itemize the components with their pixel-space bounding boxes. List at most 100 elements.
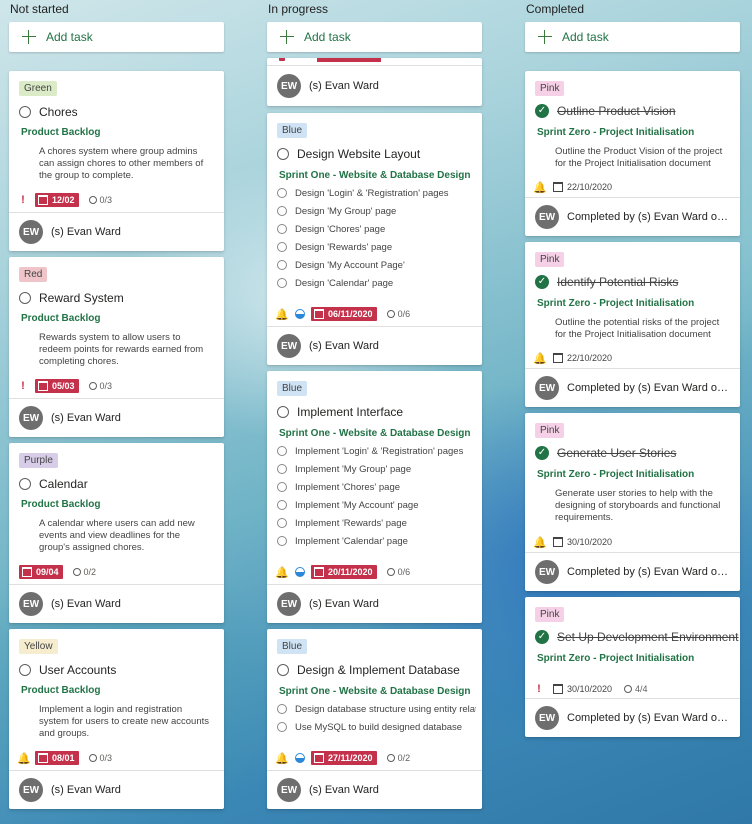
checklist-item[interactable]: Implement 'Rewards' page (277, 514, 476, 532)
due-date: 06/11/2020 (328, 309, 373, 319)
checklist-count: 0/3 (88, 195, 112, 205)
urgent-priority-icon: 🔔 (275, 752, 289, 765)
complete-toggle[interactable] (277, 148, 289, 160)
checklist-checkbox[interactable] (277, 500, 287, 510)
complete-toggle[interactable] (19, 664, 31, 676)
add-task-button[interactable]: Add task (267, 22, 482, 52)
checklist-checkbox[interactable] (277, 242, 287, 252)
due-date: 30/10/2020 (567, 684, 613, 694)
due-date-badge: 30/10/2020 (551, 682, 614, 696)
due-date: 20/11/2020 (328, 567, 373, 577)
complete-toggle[interactable] (19, 106, 31, 118)
add-task-button[interactable]: Add task (525, 22, 740, 52)
task-title: Design Website Layout (297, 147, 421, 161)
urgent-priority-icon (279, 58, 285, 61)
checklist-item[interactable]: Design 'Calendar' page (277, 274, 476, 292)
checklist-checkbox[interactable] (277, 260, 287, 270)
checklist-item[interactable]: Implement 'Chores' page (277, 478, 476, 496)
task-card[interactable]: Blue Design & Implement Database Sprint … (267, 629, 482, 809)
avatar: EW (277, 592, 301, 616)
task-card[interactable]: Pink ✓ Generate User Stories Sprint Zero… (525, 413, 740, 591)
avatar: EW (535, 376, 559, 400)
checklist-checkbox[interactable] (277, 446, 287, 456)
checklist-checkbox[interactable] (277, 224, 287, 234)
assignee-name: (s) Evan Ward (309, 784, 379, 796)
completed-by-row[interactable]: EW Completed by (s) Evan Ward on ... (525, 698, 740, 737)
checklist-item[interactable]: Design 'Chores' page (277, 220, 476, 238)
checklist-checkbox[interactable] (277, 518, 287, 528)
checklist-item[interactable]: Design 'My Account Page' (277, 256, 476, 274)
checklist-checkbox[interactable] (277, 704, 287, 714)
completed-by-row[interactable]: EW Completed by (s) Evan Ward on ... (525, 197, 740, 236)
assignee-row[interactable]: EW (s) Evan Ward (267, 770, 482, 809)
checklist-checkbox[interactable] (277, 278, 287, 288)
checklist-checkbox[interactable] (277, 722, 287, 732)
completed-by-row[interactable]: EW Completed by (s) Evan Ward on ... (525, 552, 740, 591)
completed-check-icon[interactable]: ✓ (535, 630, 549, 644)
task-card[interactable]: Pink ✓ Identify Potential Risks Sprint Z… (525, 242, 740, 407)
assignee-row[interactable]: EW (s) Evan Ward (9, 212, 224, 251)
checklist-item[interactable]: Use MySQL to build designed database (277, 718, 476, 736)
checklist: Implement 'Login' & 'Registration' pages… (277, 442, 476, 550)
task-label: Pink (535, 252, 565, 267)
checklist-item[interactable]: Implement 'Login' & 'Registration' pages (277, 442, 476, 460)
complete-toggle[interactable] (19, 478, 31, 490)
assignee-name: (s) Evan Ward (51, 412, 121, 424)
checklist-item[interactable]: Implement 'My Group' page (277, 460, 476, 478)
task-card-partial[interactable]: EW (s) Evan Ward (267, 58, 482, 106)
avatar: EW (535, 205, 559, 229)
completed-check-icon[interactable]: ✓ (535, 275, 549, 289)
completed-by-row[interactable]: EW Completed by (s) Evan Ward on ... (525, 368, 740, 407)
task-card[interactable]: Red Reward System Product Backlog Reward… (9, 257, 224, 437)
checklist-checkbox[interactable] (277, 482, 287, 492)
assignee-row[interactable]: EW (s) Evan Ward (9, 398, 224, 437)
assignee-row[interactable]: EW (s) Evan Ward (9, 584, 224, 623)
add-task-button[interactable]: Add task (9, 22, 224, 52)
checklist-item-text: Design 'Chores' page (295, 223, 386, 235)
add-task-label: Add task (304, 30, 351, 44)
calendar-icon (553, 684, 563, 694)
checklist-checkbox[interactable] (277, 464, 287, 474)
completed-by-text: Completed by (s) Evan Ward on ... (567, 712, 732, 724)
checklist-item[interactable]: Design 'Rewards' page (277, 238, 476, 256)
task-card[interactable]: Pink ✓ Outline Product Vision Sprint Zer… (525, 71, 740, 236)
completed-check-icon[interactable]: ✓ (535, 446, 549, 460)
assignee-row[interactable]: EW (s) Evan Ward (9, 770, 224, 809)
calendar-icon (314, 567, 324, 577)
task-card[interactable]: Purple Calendar Product Backlog A calend… (9, 443, 224, 623)
checklist-item[interactable]: Design 'My Group' page (277, 202, 476, 220)
assignee-row[interactable]: EW (s) Evan Ward (267, 65, 482, 106)
completed-by-text: Completed by (s) Evan Ward on ... (567, 566, 732, 578)
task-description: Outline the potential risks of the proje… (555, 317, 720, 340)
assignee-row[interactable]: EW (s) Evan Ward (267, 326, 482, 365)
due-date-badge: 30/10/2020 (551, 535, 614, 549)
avatar: EW (19, 778, 43, 802)
checklist-item[interactable]: Implement 'Calendar' page (277, 532, 476, 550)
checklist-item[interactable]: Design database structure using entity r… (277, 700, 476, 718)
avatar: EW (19, 220, 43, 244)
complete-toggle[interactable] (277, 406, 289, 418)
checklist-icon (88, 196, 97, 204)
checklist-item[interactable]: Design 'Login' & 'Registration' pages (277, 184, 476, 202)
task-card[interactable]: Blue Design Website Layout Sprint One - … (267, 113, 482, 365)
checklist-count-text: 0/3 (99, 753, 113, 763)
task-card[interactable]: Yellow User Accounts Product Backlog Imp… (9, 629, 224, 809)
task-card[interactable]: Pink ✓ Set Up Development Environment Sp… (525, 597, 740, 737)
checklist-checkbox[interactable] (277, 188, 287, 198)
task-card[interactable]: Blue Implement Interface Sprint One - We… (267, 371, 482, 623)
checklist-checkbox[interactable] (277, 536, 287, 546)
calendar-icon (553, 353, 563, 363)
checklist-count-text: 0/6 (397, 309, 411, 319)
checklist-item[interactable]: Implement 'My Account' page (277, 496, 476, 514)
complete-toggle[interactable] (19, 292, 31, 304)
task-card[interactable]: Green Chores Product Backlog A chores sy… (9, 71, 224, 251)
completed-by-text: Completed by (s) Evan Ward on ... (567, 211, 732, 223)
task-label: Blue (277, 123, 308, 138)
complete-toggle[interactable] (277, 664, 289, 676)
task-title: Set Up Development Environment (557, 630, 739, 644)
checklist-checkbox[interactable] (277, 206, 287, 216)
due-date: 12/02 (52, 195, 75, 205)
task-label: Pink (535, 423, 565, 438)
assignee-row[interactable]: EW (s) Evan Ward (267, 584, 482, 623)
completed-check-icon[interactable]: ✓ (535, 104, 549, 118)
